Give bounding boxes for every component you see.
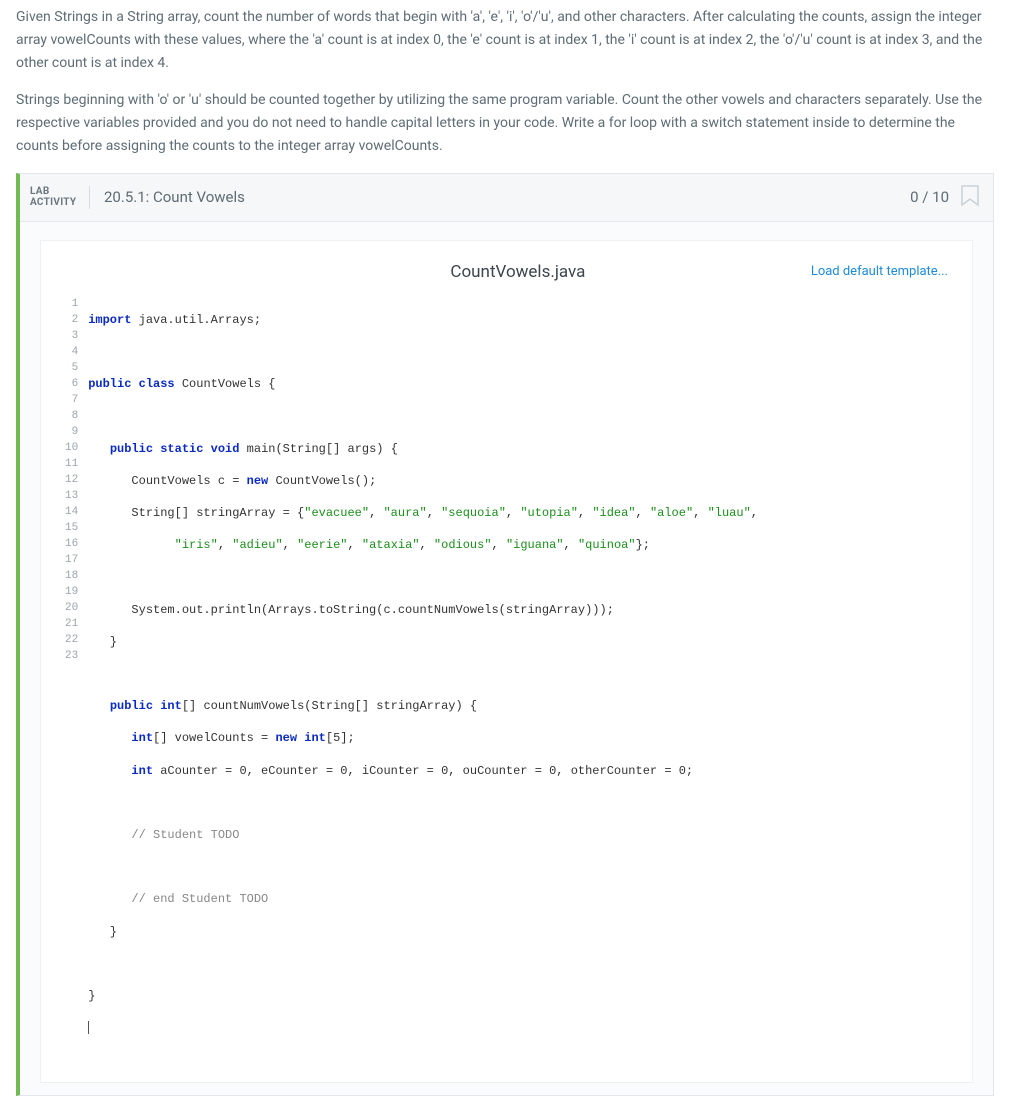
text-cursor	[88, 1021, 89, 1034]
code-editor-container: CountVowels.java Load default template..…	[40, 240, 973, 1084]
lab-activity-label: LABACTIVITY	[30, 186, 90, 209]
filename: CountVowels.java	[225, 259, 811, 286]
lab-score: 0 / 10	[910, 185, 949, 209]
lab-header: LABACTIVITY 20.5.1: Count Vowels 0 / 10	[20, 174, 993, 222]
bookmark-icon[interactable]	[961, 185, 979, 209]
code-editor[interactable]: 1234567891011121314151617181920212223 im…	[65, 296, 948, 1069]
load-default-template-link[interactable]: Load default template...	[811, 262, 948, 283]
problem-paragraph-2: Strings beginning with 'o' or 'u' should…	[16, 89, 994, 158]
code-header: CountVowels.java Load default template..…	[65, 259, 948, 286]
code-content[interactable]: import java.util.Arrays; public class Co…	[88, 296, 948, 1069]
problem-paragraph-1: Given Strings in a String array, count t…	[16, 6, 994, 75]
problem-description: Given Strings in a String array, count t…	[16, 6, 994, 159]
lab-activity-panel: LABACTIVITY 20.5.1: Count Vowels 0 / 10 …	[16, 173, 994, 1097]
line-number-gutter: 1234567891011121314151617181920212223	[65, 296, 88, 1069]
lab-title: 20.5.1: Count Vowels	[104, 185, 910, 209]
